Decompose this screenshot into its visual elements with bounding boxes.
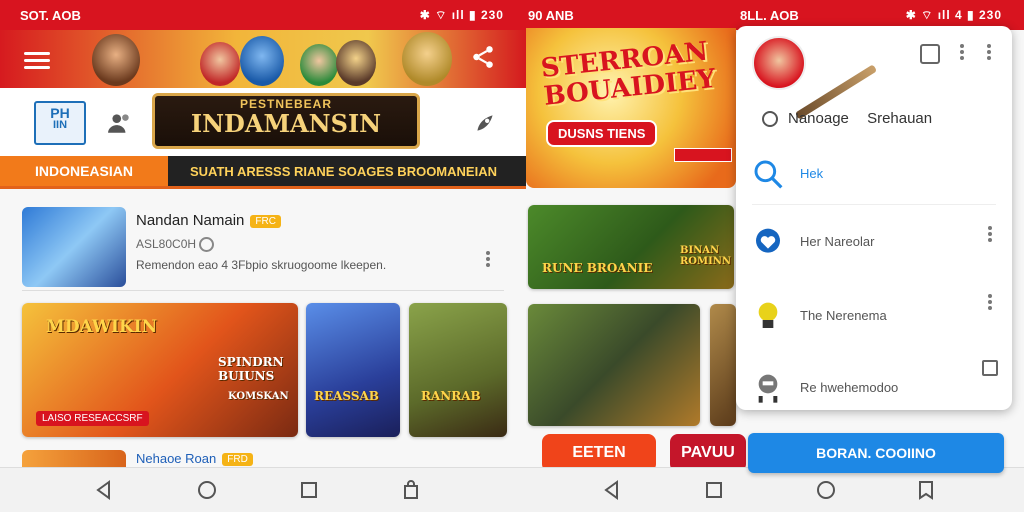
back-icon[interactable] — [600, 478, 624, 502]
hero-character — [92, 34, 140, 86]
app-title: Nandan Namain — [136, 212, 245, 229]
app-header — [0, 30, 526, 88]
more-options-icon[interactable] — [988, 292, 992, 312]
search-icon — [754, 160, 783, 189]
system-nav-bar — [526, 467, 1024, 512]
game-tile[interactable] — [528, 304, 700, 426]
tile-subtitle: KOMSKAN — [228, 391, 289, 402]
drawer-title: Nanoage — [788, 110, 849, 127]
promo-headline: STERROAN BOUAIDIEY — [539, 37, 717, 112]
bookmark-icon[interactable] — [914, 478, 938, 502]
app-meta-text: ASL80C0H — [136, 237, 197, 251]
more-options-icon[interactable] — [987, 42, 991, 62]
drawer-item-search[interactable]: Hek — [752, 154, 998, 194]
drawer-item-label: Her Nareolar — [800, 234, 875, 249]
status-center: 8LL. AOB — [740, 8, 799, 23]
hero-character — [336, 40, 376, 86]
banner-title: INDAMANSIN — [190, 109, 382, 138]
hero-character — [200, 42, 240, 86]
bag-icon[interactable] — [399, 478, 423, 502]
search-small-icon — [762, 111, 778, 128]
more-options-icon[interactable] — [988, 224, 992, 244]
ticker-text: SUATH ARESSS RIANE SOAGES BROOMANEIAN — [190, 164, 497, 179]
hamburger-menu-icon[interactable] — [24, 48, 50, 73]
brand-logo[interactable]: PH IIN — [34, 101, 86, 145]
home-icon[interactable] — [814, 478, 838, 502]
status-time: 90 ANB — [528, 8, 574, 23]
recents-icon[interactable] — [297, 478, 321, 502]
promo-button[interactable]: DUSNS TIENS — [546, 120, 658, 147]
back-icon[interactable] — [92, 478, 116, 502]
game-tile[interactable]: REASSAB — [306, 303, 400, 437]
window-icon[interactable] — [982, 360, 998, 376]
avatar[interactable] — [752, 36, 806, 90]
rocket-icon[interactable] — [472, 110, 498, 136]
status-bar: SOT. AOB ✱ ⌔ ıll ▮ 230 — [0, 0, 526, 30]
clock-icon — [199, 237, 215, 253]
promo-badge — [674, 148, 732, 162]
hero-character — [402, 32, 452, 86]
drawer-item-label: The Nerenema — [800, 308, 887, 323]
app-badge: FRD — [222, 453, 253, 467]
tile-title: MDAWIKIN — [46, 317, 158, 337]
app-description: Remendon eao 4 3Fbpio skruogoome lkeepen… — [136, 258, 387, 272]
app-thumbnail[interactable] — [22, 207, 126, 287]
more-options-icon[interactable] — [960, 42, 964, 62]
game-tile[interactable]: RUNE BROANIE BINAN ROMINN — [528, 205, 734, 289]
tile-title: RUNE BROANIE — [542, 261, 653, 275]
status-icons: ✱ ⌔ ıll 4 ▮ 230 — [905, 8, 1002, 22]
app-list-item[interactable]: Nehaoe Roan FRD — [136, 451, 253, 467]
side-drawer: Nanoage Srehauan Hek Her Nareolar The Ne… — [736, 26, 1012, 410]
tile-title: REASSAB — [314, 389, 379, 403]
robot-icon — [758, 374, 778, 403]
drawer-item-ideas[interactable]: The Nerenema — [752, 294, 998, 336]
drawer-item-label: Hek — [800, 166, 824, 181]
logo-text-secondary: IIN — [52, 119, 68, 131]
app-meta: ASL80C0H — [136, 237, 215, 253]
news-ticker[interactable]: INDONEASIAN SUATH ARESSS RIANE SOAGES BR… — [0, 156, 526, 189]
hero-character — [300, 44, 338, 86]
bulb-icon — [758, 302, 778, 328]
tile-side-label: BINAN ROMINN — [680, 245, 732, 267]
game-tile[interactable]: RANRAB — [409, 303, 507, 437]
logo-text: PH — [50, 105, 70, 121]
game-tile[interactable] — [710, 304, 736, 426]
divider — [22, 290, 504, 291]
left-phone-screen: SOT. AOB ✱ ⌔ ıll ▮ 230 PH IIN PESTNEBEAR… — [0, 0, 526, 512]
app-list-item[interactable]: Nandan Namain FRC — [136, 212, 281, 229]
tile-title: RANRAB — [421, 389, 481, 403]
drawer-item-robot[interactable]: Re hwehemodoo — [752, 360, 998, 408]
drawer-header: Nanoage Srehauan — [762, 110, 933, 128]
tile-tag: LAISO RESEACCSRF — [36, 411, 149, 426]
drawer-action-button[interactable]: BORAN. COOIINO — [748, 433, 1004, 473]
status-icons: ✱ ⌔ ıll ▮ 230 — [419, 8, 504, 22]
heart-icon — [756, 228, 780, 253]
share-icon[interactable] — [470, 44, 496, 70]
tile-title: SPINDRN BUIUNS — [218, 355, 284, 383]
recents-icon[interactable] — [702, 478, 726, 502]
system-nav-bar — [0, 467, 526, 512]
drawer-item-label: Re hwehemodoo — [800, 380, 899, 395]
status-time: SOT. AOB — [20, 8, 81, 23]
app-title: Nehaoe Roan — [136, 451, 217, 466]
drawer-item-favorites[interactable]: Her Nareolar — [752, 222, 998, 262]
banner-title-plate: PESTNEBEAR INDAMANSIN — [152, 93, 420, 149]
users-icon[interactable] — [106, 110, 134, 136]
promo-banner[interactable]: STERROAN BOUAIDIEY DUSNS TIENS — [526, 28, 736, 188]
home-icon[interactable] — [195, 478, 219, 502]
more-options-icon[interactable] — [486, 249, 490, 269]
app-badge: FRC — [250, 214, 281, 228]
game-tile[interactable]: MDAWIKIN SPINDRN BUIUNS KOMSKAN LAISO RE… — [22, 303, 298, 437]
ticker-label: INDONEASIAN — [0, 156, 168, 186]
window-icon[interactable] — [920, 44, 940, 64]
divider — [752, 204, 996, 205]
hero-character — [240, 36, 284, 86]
drawer-subtitle: Srehauan — [867, 110, 933, 127]
